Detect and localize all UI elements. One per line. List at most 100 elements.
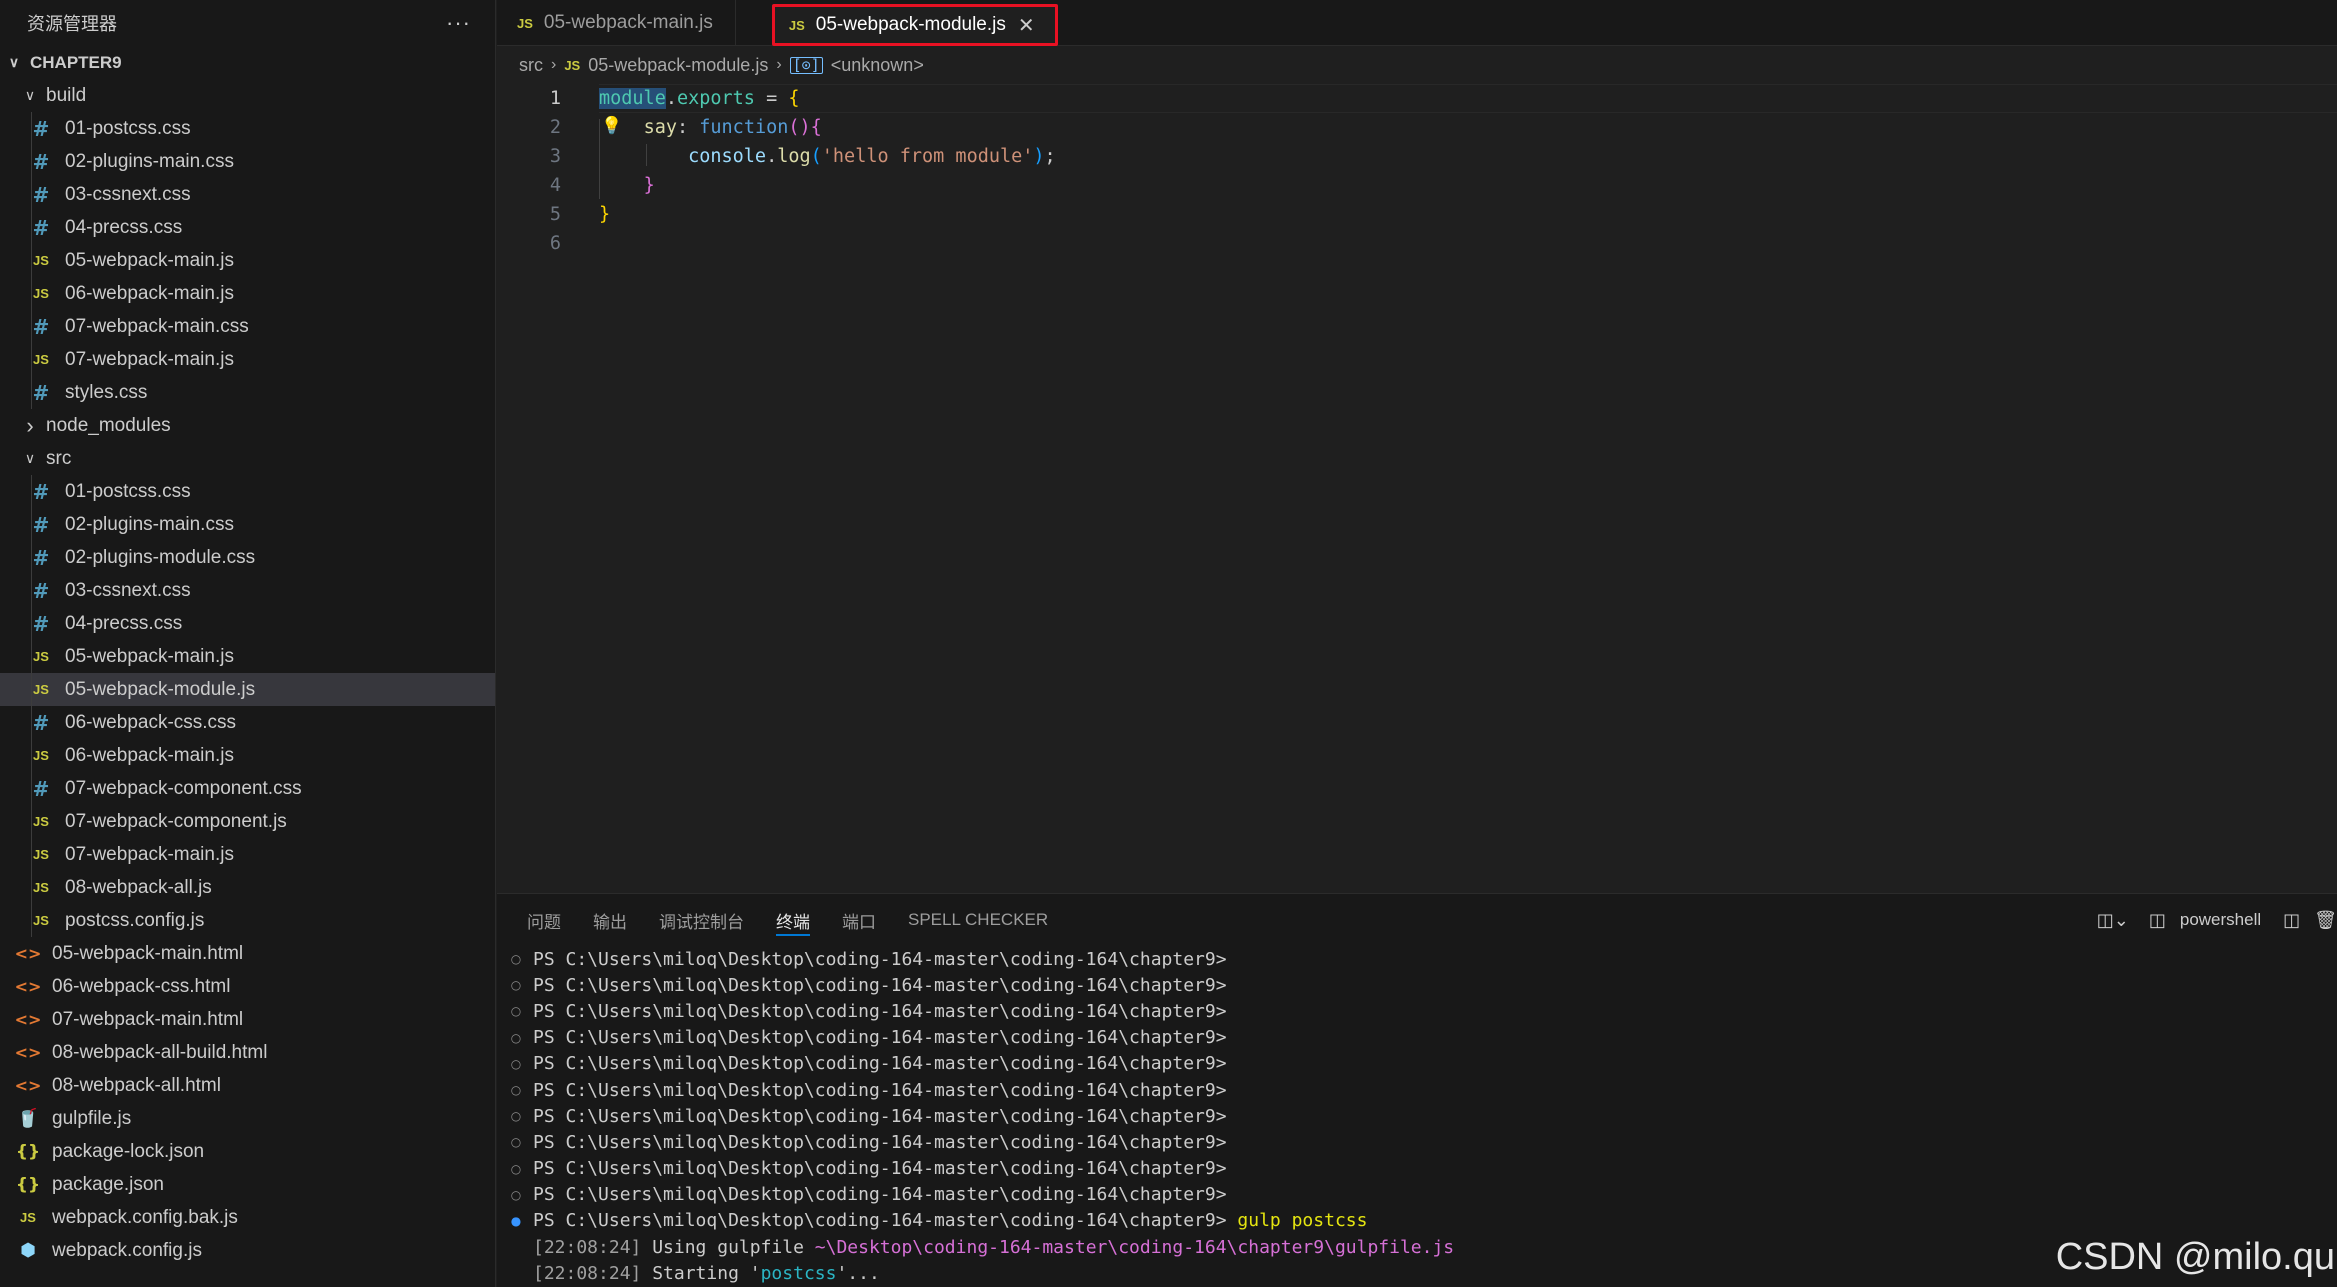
file-item[interactable]: JS 07-webpack-main.js [0,343,495,376]
breadcrumb-file[interactable]: 05-webpack-module.js [588,55,768,76]
file-item[interactable]: <> 08-webpack-all.html [0,1069,495,1102]
terminal-line: ● PS C:\Users\miloq\Desktop\coding-164-ma… [507,1208,2337,1234]
tab-spell-checker[interactable]: SPELL CHECKER [908,894,1048,946]
code-editor[interactable]: 1 module.exports = { 2 💡 say: function()… [497,84,2337,258]
file-item[interactable]: JS 07-webpack-main.js [0,838,495,871]
more-actions-icon[interactable]: ··· [446,10,471,36]
tab-debug-console[interactable]: 调试控制台 [659,894,744,946]
file-label: 03-cssnext.css [65,183,191,205]
file-item[interactable]: #03-cssnext.css [0,178,495,211]
tab-ports[interactable]: 端口 [842,894,876,946]
vscode-window: 资源管理器 ··· ∨ CHAPTER9 ∨ build #01-postcss… [0,0,2337,1287]
command-status-icon: ○ [510,952,522,967]
chevron-right-icon: › [776,56,782,73]
file-item[interactable]: ⬢ webpack.config.js [0,1234,495,1267]
file-item[interactable]: JS 05-webpack-main.js [0,640,495,673]
tab-output[interactable]: 输出 [593,894,627,946]
line-number: 2 [549,117,561,138]
tab-05-webpack-main-js[interactable]: JS 05-webpack-main.js [497,0,736,46]
code-line-3: 3 console.log('hello from module'); [497,142,2337,171]
file-item[interactable]: JS 06-webpack-main.js [0,739,495,772]
bottom-panel: 问题 输出 调试控制台 终端 端口 SPELL CHECKER ◫⌄ ◫ pow… [497,893,2337,1287]
breadcrumb-symbol[interactable]: <unknown> [831,55,924,76]
file-item[interactable]: JS 05-webpack-module.js [0,673,495,706]
file-item[interactable]: JS 07-webpack-component.js [0,805,495,838]
indent-guide [31,739,32,772]
tab-label: 05-webpack-main.js [543,12,713,33]
file-item[interactable]: {} package.json [0,1168,495,1201]
terminal-line: ○ PS C:\Users\miloq\Desktop\coding-164-ma… [507,1156,2337,1182]
file-item[interactable]: <> 08-webpack-all-build.html [0,1036,495,1069]
file-item[interactable]: <> 05-webpack-main.html [0,937,495,970]
js-icon: JS [33,682,49,697]
file-label: 06-webpack-main.js [65,744,234,766]
code-text: module.exports = { [599,88,800,109]
file-item[interactable]: #02-plugins-main.css [0,145,495,178]
file-item[interactable]: #04-precss.css [0,607,495,640]
file-item[interactable]: JS postcss.config.js [0,904,495,937]
indent-guide [31,376,32,409]
css-hash-icon: # [32,380,50,405]
file-label: 05-webpack-main.html [52,942,244,964]
file-label: 05-webpack-main.js [65,645,234,667]
file-item[interactable]: <> 06-webpack-css.html [0,970,495,1003]
close-icon[interactable]: ✕ [1018,13,1035,38]
prompt-text: PS C:\Users\miloq\Desktop\coding-164-mas… [533,1210,1227,1232]
tab-05-webpack-module-js[interactable]: JS 05-webpack-module.js ✕ [771,4,1058,46]
file-item[interactable]: <> 07-webpack-main.html [0,1003,495,1036]
file-item[interactable]: #02-plugins-main.css [0,508,495,541]
file-item[interactable]: #07-webpack-component.css [0,772,495,805]
file-item[interactable]: #04-precss.css [0,211,495,244]
indent-guide [31,805,32,838]
panel-actions: ◫⌄ ◫ powershell ◫ 🗑 [2097,894,2337,946]
tree-root-chapter9[interactable]: ∨ CHAPTER9 [0,46,495,79]
code-text: } [599,204,611,225]
breadcrumb-folder[interactable]: src [519,55,543,76]
file-label: 04-precss.css [65,216,183,238]
file-item[interactable]: # styles.css [0,376,495,409]
chevron-down-icon: ∨ [24,450,36,466]
folder-src[interactable]: ∨ src [0,442,495,475]
file-label: package-lock.json [52,1140,205,1162]
shell-name[interactable]: powershell [2180,910,2261,930]
tab-terminal[interactable]: 终端 [776,894,810,946]
css-hash-icon: # [32,182,50,207]
html-icon: <> [14,1043,42,1062]
js-icon: JS [564,57,581,73]
file-item[interactable]: #02-plugins-module.css [0,541,495,574]
file-item[interactable]: JS 06-webpack-main.js [0,277,495,310]
folder-label: src [46,447,72,469]
terminal-line: ○ PS C:\Users\miloq\Desktop\coding-164-ma… [507,946,2337,972]
command-status-icon: ○ [510,1161,522,1176]
file-label: 05-webpack-main.js [65,249,234,271]
file-label: gulpfile.js [52,1107,132,1129]
file-item[interactable]: 🥤 gulpfile.js [0,1102,495,1135]
file-item[interactable]: {} package-lock.json [0,1135,495,1168]
file-item[interactable]: JS 08-webpack-all.js [0,871,495,904]
split-layout-icon[interactable]: ◫⌄ [2097,910,2129,931]
editor-tabs: JS 05-webpack-main.js JS 05-webpack-modu… [497,0,2337,46]
trash-icon[interactable]: 🗑 [2314,910,2337,931]
file-item[interactable]: #03-cssnext.css [0,574,495,607]
folder-build[interactable]: ∨ build [0,79,495,112]
file-item[interactable]: #07-webpack-main.css [0,310,495,343]
split-terminal-icon[interactable]: ◫ [2283,910,2300,931]
command-status-icon: ○ [510,1135,522,1150]
file-item[interactable]: JS 05-webpack-main.js [0,244,495,277]
tab-problems[interactable]: 问题 [527,894,561,946]
indent-guide [31,574,32,607]
folder-node-modules[interactable]: › node_modules [0,409,495,442]
css-hash-icon: # [32,545,50,570]
css-hash-icon: # [32,149,50,174]
panel-tabs: 问题 输出 调试控制台 终端 端口 SPELL CHECKER ◫⌄ ◫ pow… [497,894,2337,946]
file-label: 01-postcss.css [65,117,191,139]
file-label: 06-webpack-css.html [52,975,231,997]
terminal-split-icon[interactable]: ◫ [2149,910,2166,931]
folder-label: node_modules [46,414,171,436]
timestamp: [22:08:24] [533,1236,642,1258]
css-hash-icon: # [32,215,50,240]
file-item[interactable]: JS webpack.config.bak.js [0,1201,495,1234]
file-item[interactable]: #06-webpack-css.css [0,706,495,739]
file-item[interactable]: #01-postcss.css [0,112,495,145]
file-item[interactable]: #01-postcss.css [0,475,495,508]
